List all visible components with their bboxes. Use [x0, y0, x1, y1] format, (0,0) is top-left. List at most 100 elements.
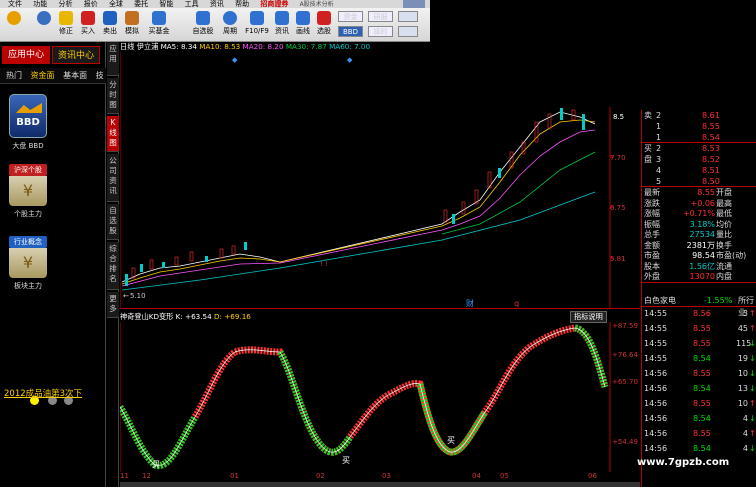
toolbar-sell-button[interactable]: 卖出 — [100, 10, 120, 40]
bbd-icon: BBD — [9, 94, 47, 138]
toolbar-fix-button[interactable]: 修正 — [56, 10, 76, 40]
subtab-hot[interactable]: 热门 — [6, 71, 22, 80]
orderbook-price: 8.51 — [702, 166, 720, 175]
orderbook-level: 2 — [656, 144, 662, 153]
tick-row: 14:55 8.56 3 ↑ — [642, 308, 756, 320]
menu-help[interactable]: 帮助 — [235, 0, 249, 8]
tick-volume: 4 — [742, 414, 748, 423]
indicator-chart[interactable]: +87.59 +76.64 +65.70 +54.49 买 买 买 — [120, 322, 640, 472]
subtab-fundamental[interactable]: 基本面 — [63, 71, 87, 80]
money-bag-icon: ¥ — [9, 176, 47, 206]
stat-key: 开盘 — [716, 188, 732, 197]
toolbar-f10-button[interactable]: F10/F9 — [243, 10, 271, 40]
orderbook-level: 1 — [656, 122, 662, 131]
toolbar-draw-button[interactable]: 画线 — [293, 10, 313, 40]
fund-flow-button[interactable]: 资金 — [338, 11, 363, 22]
toolbar-fund-button[interactable]: 买基金 — [146, 10, 172, 40]
tab-ranking[interactable]: 综合排名 — [107, 242, 119, 290]
industry-name: 白色家电 — [644, 296, 676, 305]
indicator-header: 神奇登山KD变形 K: +63.54 D: +69.16 — [120, 312, 251, 322]
toolbar-period-button[interactable]: 周期 — [220, 10, 240, 40]
period-label[interactable]: 日线 — [120, 42, 134, 51]
toolbar-select-stock-button[interactable]: 选股 — [314, 10, 334, 40]
tick-price: 8.54 — [693, 354, 711, 363]
stat-key: 市盈 — [644, 251, 660, 260]
orderbook-row: 盘 3 8.52 — [642, 154, 756, 165]
stat-row: 总手 27534 量比 — [642, 230, 756, 241]
tool-button-2[interactable] — [398, 26, 418, 37]
toolbar-buy-button[interactable]: 买入 — [78, 10, 98, 40]
tab-app-center[interactable]: 应用中心 — [2, 46, 50, 64]
tool-button-1[interactable] — [398, 11, 418, 22]
app-title: 沪深个股 — [9, 164, 47, 176]
indicator-d: D: +69.16 — [214, 312, 251, 321]
menu-order[interactable]: 委托 — [134, 0, 148, 8]
buy-icon — [81, 11, 95, 25]
subtab-technical[interactable]: 技 — [96, 71, 104, 80]
ma60-value: MA60: 7.00 — [329, 42, 371, 51]
panel-separator — [120, 308, 640, 309]
menu-smart[interactable]: 智能 — [159, 0, 173, 8]
toolbar-logo-button[interactable] — [4, 10, 24, 40]
menu-news[interactable]: 资讯 — [210, 0, 224, 8]
q-marker: q — [514, 299, 519, 308]
toolbar-back-button[interactable] — [34, 10, 54, 40]
menu-function[interactable]: 功能 — [33, 0, 47, 8]
orderbook-row: 卖 2 8.61 — [642, 110, 756, 121]
stat-row: 涨幅 +0.71% 最低 — [642, 209, 756, 220]
menu-analysis[interactable]: 分析 — [58, 0, 72, 8]
menu-quote[interactable]: 报价 — [84, 0, 98, 8]
tick-price: 8.54 — [693, 384, 711, 393]
stat-row: 最新 8.55 开盘 — [642, 188, 756, 199]
toolbar-simulate-button[interactable]: 模拟 — [122, 10, 142, 40]
x-tick: 04 — [472, 472, 481, 480]
toolbar-label: 画线 — [296, 27, 310, 35]
app-stock-main-force[interactable]: 沪深个股 ¥ 个股主力 — [8, 164, 48, 219]
tab-more[interactable]: 更多 — [107, 292, 119, 318]
timing-button[interactable]: 择时 — [368, 26, 393, 37]
tab-app[interactable]: 应用 — [107, 42, 119, 76]
tick-volume: 115 — [736, 339, 752, 348]
indicator-level: +76.64 — [612, 351, 638, 359]
tab-news-center[interactable]: 资讯中心 — [52, 46, 100, 64]
tick-price: 8.55 — [693, 429, 711, 438]
tab-intraday[interactable]: 分时图 — [107, 78, 119, 114]
toolbar-label: 买入 — [81, 27, 95, 35]
subtab-capital[interactable]: 资金面 — [31, 71, 55, 80]
bbd-button[interactable]: BBD — [338, 26, 363, 37]
app-sector-main-force[interactable]: 行业概念 ¥ 板块主力 — [8, 236, 48, 291]
menu-global[interactable]: 全球 — [109, 0, 123, 8]
menu-tools[interactable]: 工具 — [185, 0, 199, 8]
bottom-tab-bar[interactable] — [120, 482, 640, 487]
news-link[interactable]: 2012成品油第3次下 — [4, 387, 82, 399]
research-button[interactable]: 研报 — [368, 11, 393, 22]
tick-row: 14:56 8.54 13 ↓ — [642, 383, 756, 395]
app-bbd[interactable]: BBD 大盘 BBD — [8, 94, 48, 151]
indicator-title[interactable]: 神奇登山KD变形 — [120, 312, 173, 321]
stock-name: 伊立浦 — [136, 42, 159, 51]
hammer-icon — [125, 11, 139, 25]
tick-time: 14:55 — [644, 309, 668, 318]
tick-price: 8.55 — [693, 339, 711, 348]
tick-time: 14:55 — [644, 339, 668, 348]
stat-key: 最低 — [716, 209, 732, 218]
window-controls[interactable] — [403, 0, 425, 8]
x-tick: 01 — [230, 472, 239, 480]
tick-direction-icon: ↑ — [749, 399, 756, 408]
kline-chart[interactable]: ◆ ◆ 8.5 7.70 6.75 5.81 ← 5.10 财 q ! ! — [120, 52, 640, 308]
industry-row[interactable]: 白色家电 -1.55% 所行业 — [642, 295, 756, 317]
price-tick: 6.75 — [610, 204, 626, 212]
tick-direction-icon: ↑ — [749, 324, 756, 333]
tab-company-news[interactable]: 公司资讯 — [107, 154, 119, 202]
back-icon — [37, 11, 51, 25]
tick-price: 8.54 — [693, 444, 711, 453]
price-tick: 5.81 — [610, 255, 626, 263]
stat-key: 振幅 — [644, 219, 660, 229]
tab-watchlist[interactable]: 自选股 — [107, 204, 119, 240]
menu-file[interactable]: 文件 — [8, 0, 22, 8]
tab-kline[interactable]: K线图 — [107, 116, 119, 152]
toolbar-watchlist-button[interactable]: 自选股 — [190, 10, 216, 40]
toolbar-news-button[interactable]: 资讯 — [272, 10, 292, 40]
toolbar-label: 资讯 — [275, 27, 289, 35]
orderbook-side: 卖 — [644, 111, 652, 120]
